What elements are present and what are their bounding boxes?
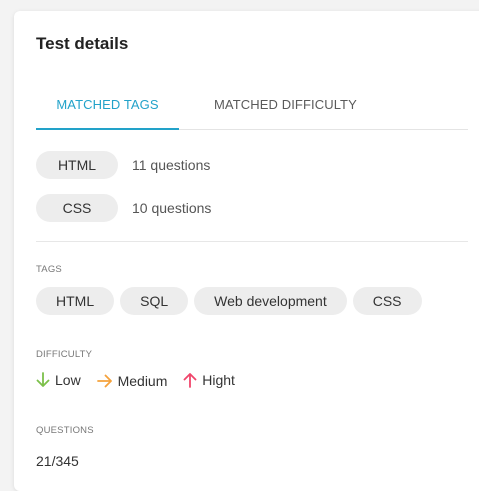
arrow-up-icon xyxy=(183,373,197,388)
arrow-down-icon xyxy=(36,372,50,387)
questions-label: QUESTIONS xyxy=(36,425,94,436)
difficulty-low: Low xyxy=(36,372,81,388)
tab-bar: MATCHED TAGS MATCHED DIFFICULTY xyxy=(36,91,468,130)
tag-chip-html: HTML xyxy=(36,151,118,179)
tab-matched-difficulty[interactable]: MATCHED DIFFICULTY xyxy=(214,97,357,112)
matched-tag-row: CSS 10 questions xyxy=(36,194,211,222)
tab-matched-tags[interactable]: MATCHED TAGS xyxy=(36,97,179,130)
tag-chip-web-development: Web development xyxy=(194,287,347,315)
difficulty-medium: Medium xyxy=(96,373,168,389)
section-divider xyxy=(36,241,468,242)
tag-chip-sql: SQL xyxy=(120,287,189,315)
difficulty-label: DIFFICULTY xyxy=(36,349,93,360)
question-count: 11 questions xyxy=(132,157,211,173)
questions-value: 21/345 xyxy=(36,453,79,469)
tags-list: HTML SQL Web development CSS xyxy=(36,287,428,315)
question-count: 10 questions xyxy=(132,200,212,216)
tags-label: TAGS xyxy=(36,264,62,275)
tag-chip-css: CSS xyxy=(352,287,422,315)
matched-tag-row: HTML 11 questions xyxy=(36,151,210,179)
difficulty-high: Hight xyxy=(183,372,235,388)
tag-chip-html: HTML xyxy=(36,287,115,315)
difficulty-list: Low Medium Hight xyxy=(36,372,247,391)
test-details-panel: Test details MATCHED TAGS MATCHED DIFFIC… xyxy=(14,11,479,491)
difficulty-medium-label: Medium xyxy=(117,373,168,389)
panel-title: Test details xyxy=(36,34,129,53)
arrow-right-icon xyxy=(96,374,112,388)
difficulty-low-label: Low xyxy=(55,372,81,388)
tag-chip-css: CSS xyxy=(36,194,118,222)
difficulty-high-label: Hight xyxy=(202,372,235,388)
